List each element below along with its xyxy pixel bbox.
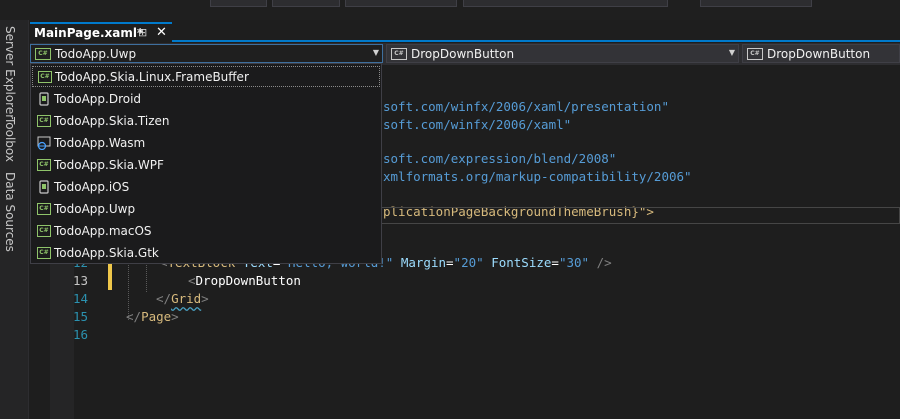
change-marker bbox=[108, 272, 112, 290]
document-tab-title: MainPage.xaml* bbox=[34, 26, 144, 40]
web-project-icon bbox=[37, 136, 51, 150]
navigation-bar: C# TodoApp.Uwp ▼ C# DropDownButton ▼ C# … bbox=[30, 43, 900, 65]
project-dropdown-list[interactable]: C# TodoApp.Skia.Linux.FrameBuffer TodoAp… bbox=[30, 63, 382, 264]
type-combo[interactable]: C# DropDownButton ▼ bbox=[386, 44, 739, 63]
csharp-project-icon: C# bbox=[35, 47, 51, 60]
dropdown-item[interactable]: C# TodoApp.Uwp bbox=[32, 198, 380, 219]
csharp-project-icon: C# bbox=[38, 70, 52, 83]
csharp-project-icon: C# bbox=[37, 202, 51, 215]
code-fragment: soft.com/winfx/2006/xaml/presentation" bbox=[383, 99, 669, 114]
main-toolbar bbox=[0, 0, 900, 20]
dropdown-item[interactable]: C# TodoApp.Skia.Gtk bbox=[32, 242, 380, 263]
csharp-project-icon: C# bbox=[37, 114, 51, 127]
dropdown-item[interactable]: TodoApp.iOS bbox=[32, 176, 380, 197]
code-line-15: </Page> bbox=[126, 309, 179, 324]
member-combo[interactable]: C# DropDownButton bbox=[742, 44, 900, 63]
dropdown-item[interactable]: C# TodoApp.macOS bbox=[32, 220, 380, 241]
ios-project-icon bbox=[37, 179, 51, 194]
chevron-down-icon[interactable]: ▼ bbox=[373, 48, 379, 57]
toolbar-combo[interactable] bbox=[700, 0, 812, 7]
line-number: 15 bbox=[72, 309, 88, 324]
code-line-14: </Grid> bbox=[156, 291, 209, 306]
class-icon: C# bbox=[391, 47, 407, 60]
project-combo-label: TodoApp.Uwp bbox=[55, 46, 137, 61]
side-tool-panel: Server Explorer Toolbox Data Sources bbox=[0, 20, 29, 419]
type-combo-label: DropDownButton bbox=[411, 46, 515, 61]
chevron-down-icon[interactable]: ▼ bbox=[729, 48, 735, 57]
pin-icon[interactable]: ⊞ bbox=[138, 26, 147, 39]
line-number: 14 bbox=[72, 291, 88, 306]
csharp-project-icon: C# bbox=[37, 158, 51, 171]
server-explorer-tab[interactable]: Server Explorer bbox=[3, 26, 17, 119]
code-line-13: <DropDownButton bbox=[188, 273, 301, 288]
dropdown-item[interactable]: C# TodoApp.Skia.Tizen bbox=[32, 110, 380, 131]
dropdown-item[interactable]: TodoApp.Droid bbox=[32, 88, 380, 109]
close-icon[interactable]: ✕ bbox=[156, 25, 167, 40]
csharp-project-icon: C# bbox=[37, 246, 51, 259]
project-combo[interactable]: C# TodoApp.Uwp ▼ bbox=[30, 44, 383, 63]
document-tab[interactable]: MainPage.xaml* ⊞ ✕ bbox=[30, 22, 172, 42]
toolbar-combo[interactable] bbox=[345, 0, 457, 7]
class-icon: C# bbox=[747, 47, 763, 60]
code-fragment: soft.com/expression/blend/2008" bbox=[383, 151, 617, 166]
dropdown-item[interactable]: C# TodoApp.Skia.WPF bbox=[32, 154, 380, 175]
member-combo-label: DropDownButton bbox=[767, 46, 871, 61]
dropdown-item[interactable]: TodoApp.Wasm bbox=[32, 132, 380, 153]
line-number: 16 bbox=[72, 327, 88, 342]
toolbar-combo[interactable] bbox=[210, 0, 267, 7]
code-fragment: xmlformats.org/markup-compatibility/2006… bbox=[383, 169, 692, 184]
dropdown-item[interactable]: C# TodoApp.Skia.Linux.FrameBuffer bbox=[32, 66, 380, 87]
toolbar-combo[interactable] bbox=[463, 0, 668, 7]
toolbar-combo[interactable] bbox=[272, 0, 340, 7]
indent-guide bbox=[146, 262, 147, 292]
tab-strip-accent bbox=[172, 40, 900, 42]
line-number: 13 bbox=[72, 273, 88, 288]
android-project-icon bbox=[37, 91, 51, 106]
csharp-project-icon: C# bbox=[37, 224, 51, 237]
data-sources-tab[interactable]: Data Sources bbox=[3, 172, 17, 252]
code-fragment: soft.com/winfx/2006/xaml" bbox=[383, 117, 572, 132]
toolbox-tab[interactable]: Toolbox bbox=[3, 117, 17, 162]
